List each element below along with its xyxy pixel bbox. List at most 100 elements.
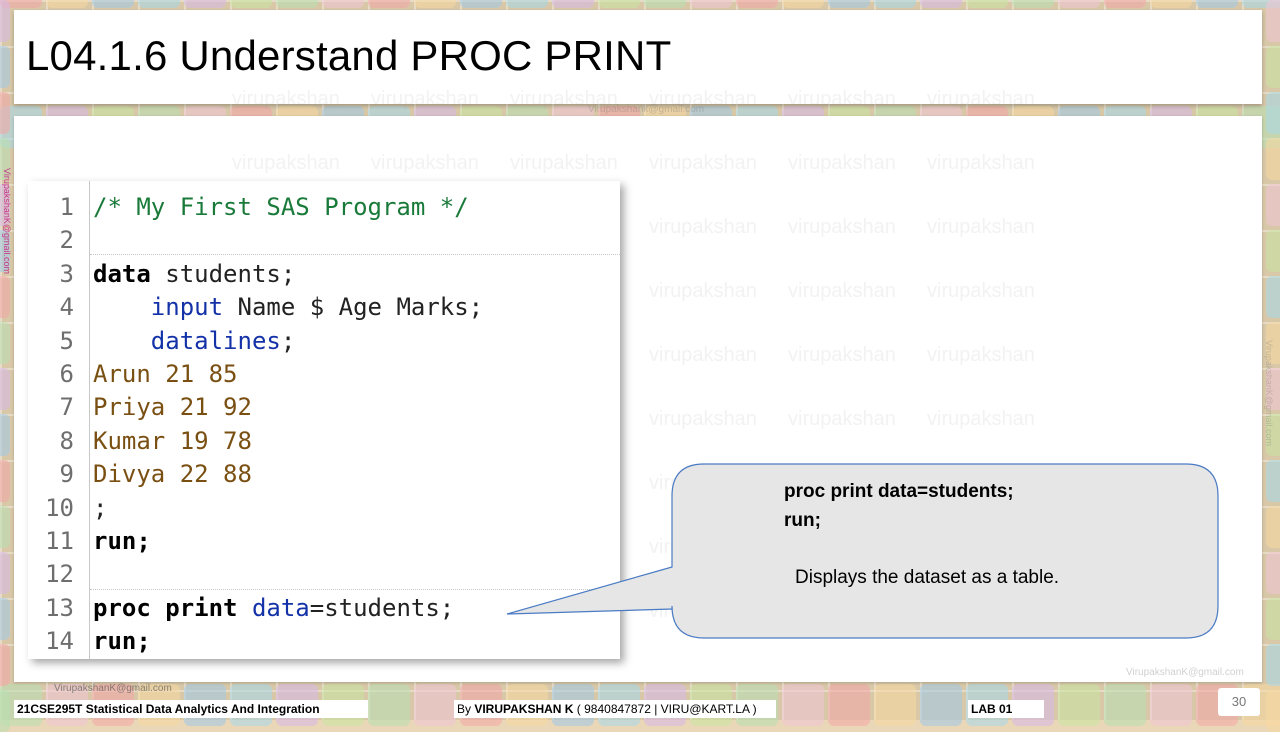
code-line: 6 Arun 21 85: [28, 356, 620, 389]
code-line: 12: [28, 556, 620, 589]
background-tile: [1266, 460, 1280, 502]
background-tile: [0, 0, 10, 42]
background-tile: [1266, 230, 1280, 272]
line-number: 9: [59, 460, 74, 489]
background-tile: [1266, 0, 1280, 42]
background-tile: [874, 0, 916, 8]
background-tile: [0, 414, 10, 456]
code-line: 13 proc print data=students;: [28, 590, 620, 623]
code-text: Priya 21 92: [93, 393, 252, 422]
slide-title: L04.1.6 Understand PROC PRINT: [26, 32, 672, 79]
title-bar: L04.1.6 Understand PROC PRINT: [14, 10, 1262, 104]
background-tile: [322, 0, 364, 8]
footer-email: VirupakshanK@gmail.com: [54, 683, 172, 694]
background-tile: [0, 92, 10, 134]
background-tile: [1266, 138, 1280, 180]
background-tile: [0, 276, 10, 318]
background-tile: [276, 0, 318, 8]
line-number: 8: [59, 426, 74, 455]
code-text: data students;: [93, 259, 296, 288]
code-line: 3 data students;: [28, 256, 620, 289]
background-tile: [1266, 690, 1280, 732]
code-text: datalines;: [93, 326, 296, 355]
code-text: /* My First SAS Program */: [93, 193, 469, 221]
background-tile: [644, 0, 686, 8]
line-number: 4: [59, 293, 74, 322]
background-tile: [552, 0, 594, 8]
background-tile: [0, 690, 10, 732]
code-line: 8 Kumar 19 78: [28, 423, 620, 456]
footer-lab: LAB 01: [968, 700, 1044, 718]
background-tile: [368, 0, 410, 8]
callout-code-line-2: run;: [784, 510, 821, 531]
background-tile: [782, 0, 824, 8]
background-tile: [1266, 92, 1280, 134]
author-prefix: By: [457, 702, 475, 716]
background-tile: [230, 0, 272, 8]
code-editor-screenshot: 1 /* My First SAS Program */ 2 3 data studen…: [28, 181, 620, 659]
background-tile: [460, 0, 502, 8]
background-tile: [1150, 0, 1192, 8]
background-tile: [1266, 598, 1280, 640]
code-line: 11 run;: [28, 523, 620, 556]
background-tile: [736, 0, 778, 8]
background-tile: [0, 644, 10, 686]
background-tile: [1058, 0, 1100, 8]
callout-code-line-1: proc print data=students;: [784, 481, 1014, 502]
code-text: Kumar 19 78: [93, 426, 252, 455]
line-number: 1: [59, 193, 74, 221]
background-tile: [0, 506, 10, 548]
page-number: 30: [1218, 688, 1260, 716]
code-line: 2: [28, 222, 620, 255]
background-tile: [1266, 506, 1280, 548]
line-number: 5: [59, 326, 74, 355]
background-tile: [138, 0, 180, 8]
line-number: 7: [59, 393, 74, 422]
code-line: 1 /* My First SAS Program */: [28, 189, 620, 222]
line-number: 3: [59, 259, 74, 288]
background-tile: [0, 46, 10, 88]
background-tile: [0, 460, 10, 502]
code-line: 4 input Name $ Age Marks;: [28, 289, 620, 322]
code-line: 7 Priya 21 92: [28, 389, 620, 422]
background-tile: [0, 598, 10, 640]
background-tile: [1266, 46, 1280, 88]
background-tile: [1012, 0, 1054, 8]
background-tile: [506, 0, 548, 8]
code-text: run;: [93, 627, 151, 656]
code-line: 9 Divya 22 88: [28, 456, 620, 489]
line-number: 6: [59, 360, 74, 388]
background-tile: [598, 0, 640, 8]
line-number: 12: [45, 560, 74, 589]
background-tile: [0, 552, 10, 594]
background-tile: [690, 0, 732, 8]
background-tile: [1104, 0, 1146, 8]
background-tile: [0, 322, 10, 364]
background-tile: [966, 0, 1008, 8]
side-email-watermark-right: VirupakshanK@gmail.com: [1264, 340, 1274, 447]
background-tile: [828, 0, 870, 8]
author-contact: ( 9840847872 | VIRU@KART.LA ): [573, 702, 757, 716]
background-tile: [184, 0, 226, 8]
code-line: 10;: [28, 490, 620, 523]
background-tile: [1266, 276, 1280, 318]
author-name: VIRUPAKSHAN K: [474, 702, 574, 716]
background-tile: [1266, 644, 1280, 686]
code-text: ;: [93, 493, 108, 522]
line-number: 13: [45, 593, 74, 622]
code-text: run;: [93, 527, 151, 555]
line-number: 10: [45, 493, 74, 522]
background-tile: [46, 0, 88, 8]
footer-author: By VIRUPAKSHAN K ( 9840847872 | VIRU@KAR…: [454, 700, 776, 718]
line-number: 14: [45, 627, 74, 656]
background-tile: [920, 0, 962, 8]
side-email-watermark: VirupakshanK@gmail.com: [2, 168, 12, 275]
code-text: input Name $ Age Marks;: [93, 293, 484, 322]
code-line: 5 datalines;: [28, 323, 620, 356]
background-tile: [92, 0, 134, 8]
code-text: proc print data=students;: [93, 593, 455, 622]
background-tile: [0, 368, 10, 410]
line-number: 11: [45, 527, 74, 555]
background-tile: [1266, 184, 1280, 226]
code-text: Arun 21 85: [93, 360, 238, 388]
